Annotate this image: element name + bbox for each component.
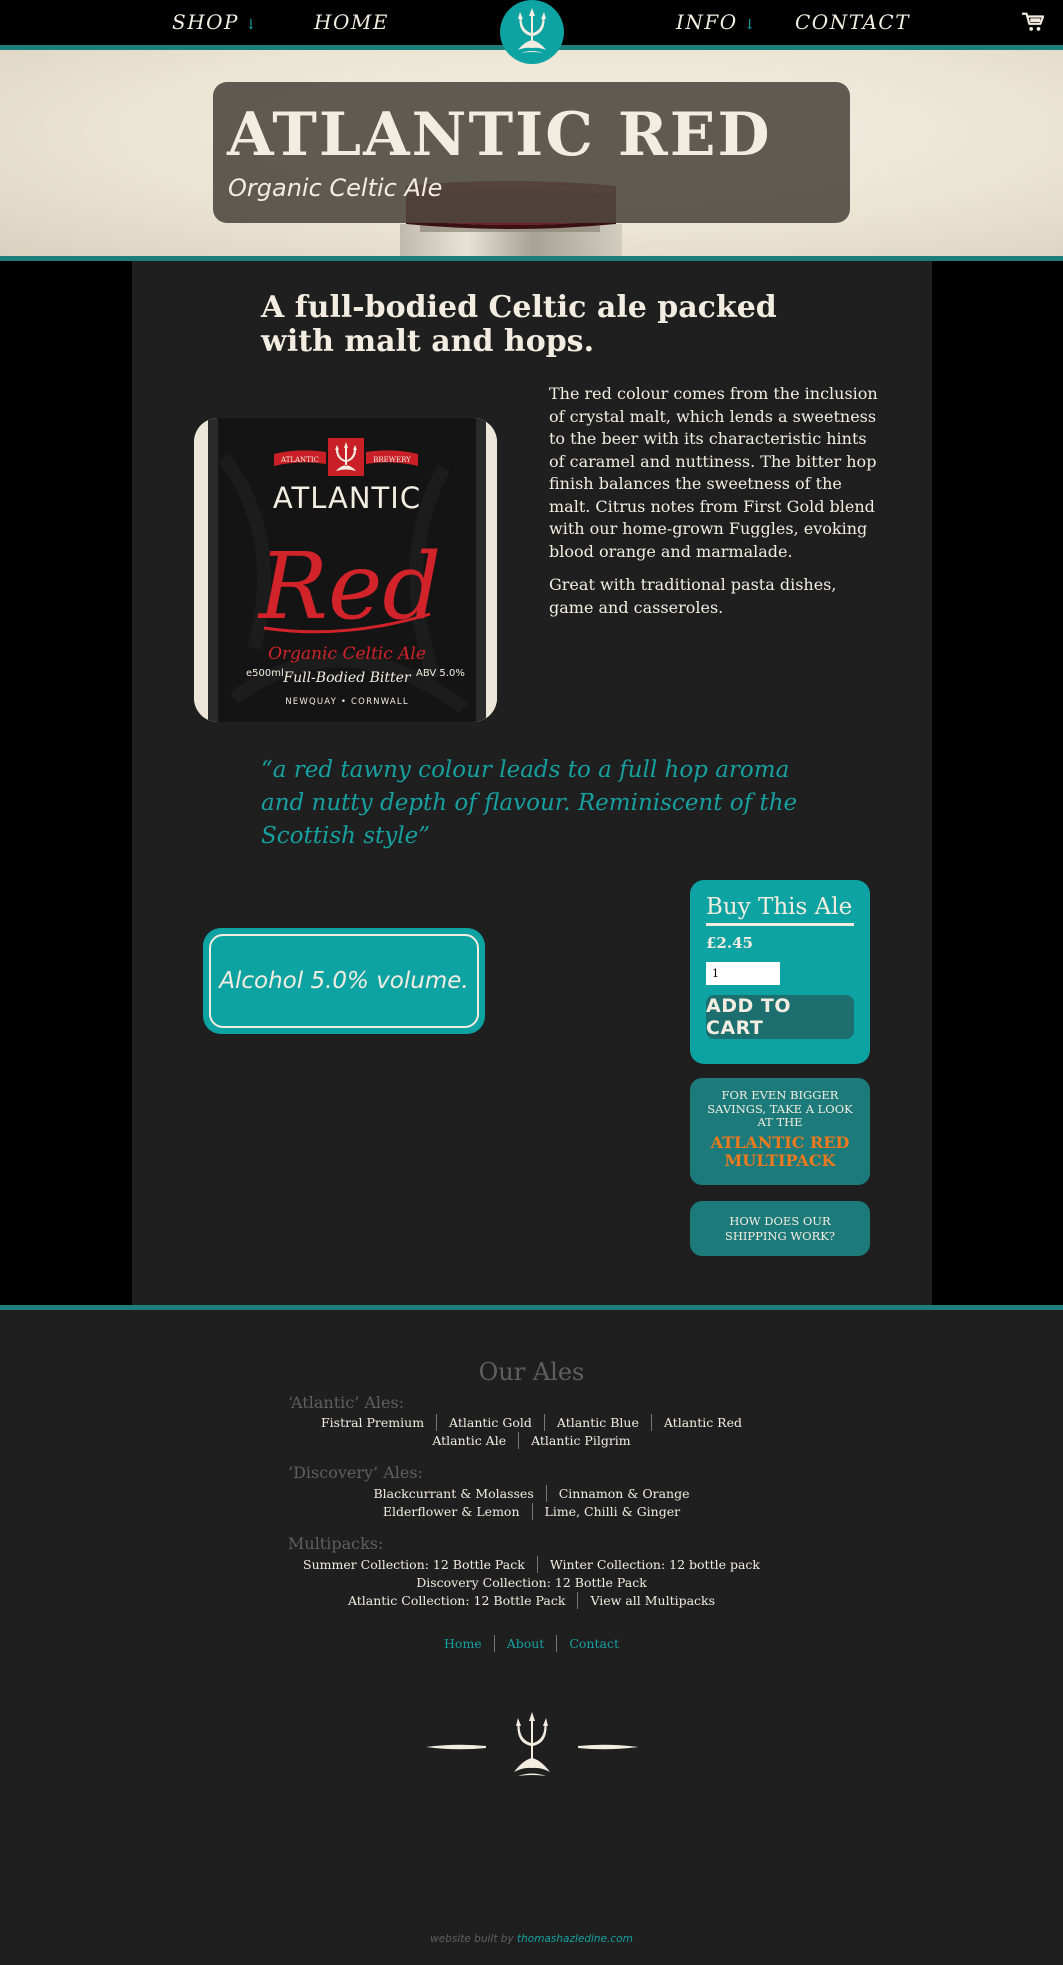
nav-home-link[interactable]: HOME bbox=[314, 10, 389, 34]
pairing-paragraph: Great with traditional pasta dishes, gam… bbox=[549, 575, 837, 617]
atlantic-ales-row-1: Fistral Premium Atlantic Gold Atlantic Blu… bbox=[0, 1414, 1063, 1431]
ale-link-lime-chilli-ginger[interactable]: Lime, Chilli & Ginger bbox=[531, 1503, 693, 1520]
abv-badge: Alcohol 5.0% volume. bbox=[203, 928, 485, 1034]
multipack-link-summer[interactable]: Summer Collection: 12 Bottle Pack bbox=[291, 1556, 537, 1573]
trident-icon bbox=[518, 8, 546, 53]
footer-about-link[interactable]: About bbox=[493, 1635, 557, 1652]
ale-link-atlantic-pilgrim[interactable]: Atlantic Pilgrim bbox=[518, 1432, 643, 1449]
footer: Our Ales ‘Atlantic’ Ales: Fistral Premiu… bbox=[0, 1310, 1063, 1965]
product-label-image: ATLANTIC BREWERY ATLANTIC Red Organic Ce… bbox=[194, 418, 497, 722]
label-brand-right: BREWERY bbox=[373, 456, 411, 464]
credit-prefix: website built by bbox=[430, 1933, 514, 1945]
footer-nav: Home About Contact bbox=[0, 1635, 1063, 1652]
footer-trident-icon bbox=[426, 1712, 638, 1776]
product-headline: A full-bodied Celtic ale packed with mal… bbox=[261, 290, 777, 359]
price: £2.45 bbox=[706, 934, 753, 952]
abv-text: Alcohol 5.0% volume. bbox=[209, 934, 479, 1028]
shopping-cart-icon[interactable] bbox=[1022, 11, 1044, 33]
label-brand-left: ATLANTIC bbox=[280, 456, 319, 464]
bottle-label-art: ATLANTIC BREWERY ATLANTIC Red Organic Ce… bbox=[194, 418, 497, 722]
product-panel: A full-bodied Celtic ale packed with mal… bbox=[132, 261, 932, 1305]
multipacks-row-1: Summer Collection: 12 Bottle Pack Winter … bbox=[0, 1556, 1063, 1573]
nav-contact-link[interactable]: CONTACT bbox=[795, 10, 910, 34]
label-style: Full-Bodied Bitter bbox=[282, 670, 412, 686]
quantity-input[interactable] bbox=[706, 962, 780, 985]
multipacks-row-3: Atlantic Collection: 12 Bottle Pack View … bbox=[0, 1592, 1063, 1609]
site-credit: website built by thomashazledine.com bbox=[0, 1933, 1063, 1945]
label-name: ATLANTIC bbox=[273, 481, 421, 515]
discovery-ales-row-1: Blackcurrant & Molasses Cinnamon & Orange bbox=[0, 1485, 1063, 1502]
add-to-cart-button[interactable]: ADD TO CART bbox=[706, 995, 854, 1039]
hero-title-card: ATLANTIC RED Organic Celtic Ale bbox=[213, 82, 850, 223]
nav-info-menu[interactable]: INFO ↓ bbox=[676, 10, 757, 34]
nav-info-label: INFO bbox=[676, 10, 738, 34]
discovery-ales-row-2: Elderflower & Lemon Lime, Chilli & Ginger bbox=[0, 1503, 1063, 1520]
credit-link[interactable]: thomashazledine.com bbox=[517, 1933, 633, 1945]
promo-text: FOR EVEN BIGGER SAVINGS, TAKE A LOOK AT … bbox=[707, 1088, 853, 1129]
multipack-link[interactable]: ATLANTIC RED MULTIPACK bbox=[690, 1133, 870, 1170]
nav-shop-menu[interactable]: SHOP ↓ bbox=[172, 10, 258, 34]
nav-shop-label: SHOP bbox=[172, 10, 239, 34]
ale-link-blackcurrant-molasses[interactable]: Blackcurrant & Molasses bbox=[362, 1485, 546, 1502]
ale-link-atlantic-red[interactable]: Atlantic Red bbox=[650, 1414, 754, 1431]
label-type: Organic Celtic Ale bbox=[268, 644, 426, 664]
multipack-promo[interactable]: FOR EVEN BIGGER SAVINGS, TAKE A LOOK AT … bbox=[690, 1078, 870, 1185]
label-place: NEWQUAY • CORNWALL bbox=[285, 697, 409, 707]
ale-link-cinnamon-orange[interactable]: Cinnamon & Orange bbox=[545, 1485, 702, 1502]
product-description: The red colour comes from the inclusion … bbox=[549, 383, 879, 630]
multipacks-label: Multipacks: bbox=[288, 1534, 384, 1553]
label-volume: e500ml bbox=[246, 668, 284, 679]
multipack-link-winter[interactable]: Winter Collection: 12 bottle pack bbox=[536, 1556, 772, 1573]
ale-link-atlantic-blue[interactable]: Atlantic Blue bbox=[543, 1414, 651, 1431]
tasting-quote: “a red tawny colour leads to a full hop … bbox=[261, 757, 798, 849]
ale-link-atlantic-ale[interactable]: Atlantic Ale bbox=[420, 1432, 518, 1449]
multipacks-row-2: Discovery Collection: 12 Bottle Pack bbox=[0, 1574, 1063, 1591]
ale-link-atlantic-gold[interactable]: Atlantic Gold bbox=[436, 1414, 544, 1431]
page-title: ATLANTIC RED bbox=[227, 100, 772, 170]
ale-link-elderflower-lemon[interactable]: Elderflower & Lemon bbox=[371, 1503, 532, 1520]
footer-contact-link[interactable]: Contact bbox=[556, 1635, 631, 1652]
page-subtitle: Organic Celtic Ale bbox=[228, 174, 443, 202]
ale-link-fistral-premium[interactable]: Fistral Premium bbox=[309, 1414, 436, 1431]
brand-logo[interactable] bbox=[500, 0, 564, 64]
multipack-link-atlantic[interactable]: Atlantic Collection: 12 Bottle Pack bbox=[336, 1592, 577, 1609]
buy-panel: Buy This Ale £2.45 ADD TO CART bbox=[690, 880, 870, 1064]
discovery-ales-label: ‘Discovery’ Ales: bbox=[288, 1463, 423, 1482]
atlantic-ales-row-2: Atlantic Ale Atlantic Pilgrim bbox=[0, 1432, 1063, 1449]
buy-title: Buy This Ale bbox=[706, 894, 854, 926]
our-ales-heading: Our Ales bbox=[478, 1358, 585, 1386]
footer-home-link[interactable]: Home bbox=[432, 1635, 494, 1652]
description-paragraph: The red colour comes from the inclusion … bbox=[549, 384, 878, 561]
hero-banner: ATLANTIC RED Organic Celtic Ale bbox=[0, 50, 1063, 256]
dropdown-arrow-icon: ↓ bbox=[743, 17, 757, 33]
label-script: Red bbox=[257, 533, 442, 640]
atlantic-ales-label: ‘Atlantic’ Ales: bbox=[288, 1393, 405, 1412]
multipack-link-discovery[interactable]: Discovery Collection: 12 Bottle Pack bbox=[404, 1574, 659, 1591]
label-abv: ABV 5.0% bbox=[416, 668, 465, 679]
dropdown-arrow-icon: ↓ bbox=[245, 17, 259, 33]
shipping-info-button[interactable]: HOW DOES OUR SHIPPING WORK? bbox=[690, 1201, 870, 1256]
multipack-link-view-all[interactable]: View all Multipacks bbox=[577, 1592, 727, 1609]
